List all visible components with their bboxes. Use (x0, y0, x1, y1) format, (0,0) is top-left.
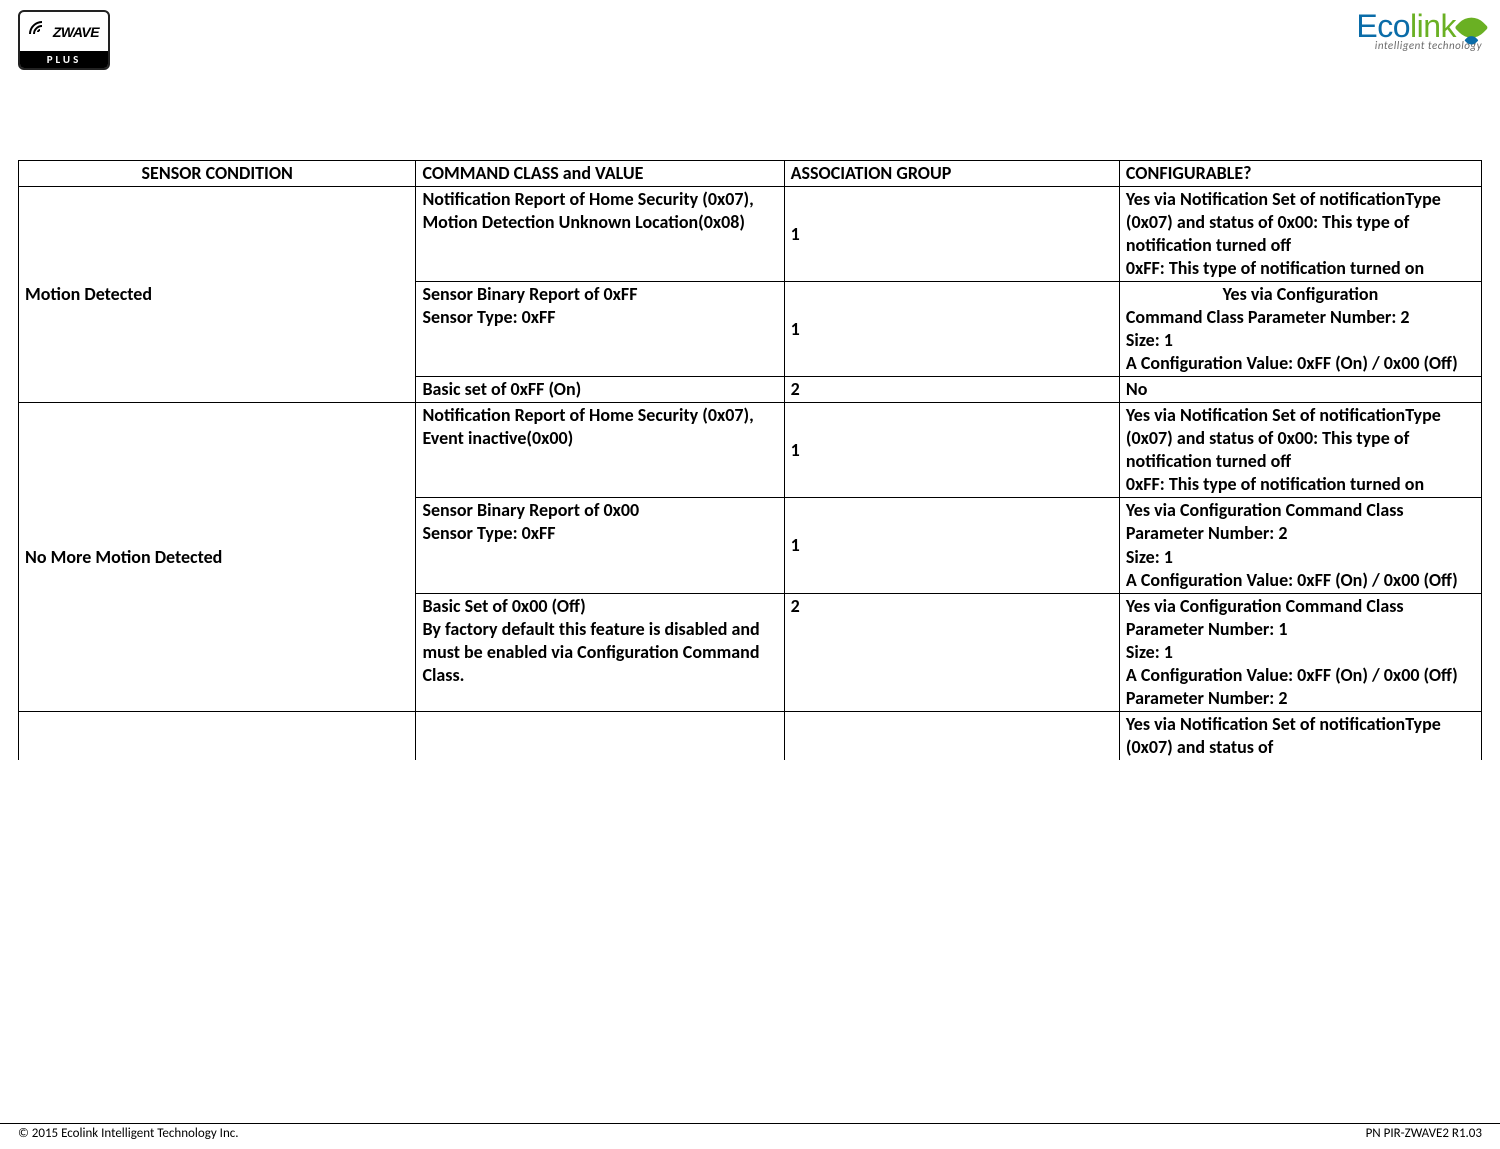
cell-group: 1 (784, 187, 1119, 282)
cell-cfg: Yes via Notification Set of notification… (1119, 187, 1481, 282)
cell-cmd: Basic Set of 0x00 (Off)By factory defaul… (416, 593, 784, 711)
cell-group (784, 711, 1119, 760)
zwave-plus-logo: ZWAVE PLUS (18, 10, 110, 70)
cell-cmd: Notification Report of Home Security (0x… (416, 403, 784, 498)
cell-cmd: Sensor Binary Report of 0x00Sensor Type:… (416, 498, 784, 593)
col-sensor-condition: SENSOR CONDITION (19, 161, 416, 187)
cell-cmd: Notification Report of Home Security (0x… (416, 187, 784, 282)
cell-sensor-condition (19, 711, 416, 760)
table-header-row: SENSOR CONDITION COMMAND CLASS and VALUE… (19, 161, 1482, 187)
cell-cmd: Basic set of 0xFF (On) (416, 377, 784, 403)
cell-group: 1 (784, 498, 1119, 593)
cell-cfg: Yes via Configuration Command Class Para… (1119, 282, 1481, 377)
col-association-group: ASSOCIATION GROUP (784, 161, 1119, 187)
cell-group: 1 (784, 403, 1119, 498)
cell-group: 2 (784, 377, 1119, 403)
cell-cfg: No (1119, 377, 1481, 403)
cell-cmd: Sensor Binary Report of 0xFFSensor Type:… (416, 282, 784, 377)
table-row: No More Motion Detected Notification Rep… (19, 403, 1482, 498)
cell-sensor-condition: No More Motion Detected (19, 403, 416, 711)
table-row: Motion Detected Notification Report of H… (19, 187, 1482, 282)
footer-part-number: PN PIR-ZWAVE2 R1.03 (1366, 1126, 1482, 1141)
cell-cfg: Yes via Notification Set of notification… (1119, 711, 1481, 760)
zwave-word: WAVE (61, 24, 99, 40)
cfg-first-line: Yes via Configuration (1126, 283, 1475, 306)
cell-cfg: Yes via Notification Set of notification… (1119, 403, 1481, 498)
ecolink-logo: Ecolink intelligent technology (1356, 10, 1482, 51)
table-row-cutoff: Yes via Notification Set of notification… (19, 711, 1482, 760)
cell-cfg: Yes via Configuration Command ClassParam… (1119, 593, 1481, 711)
cell-cmd (416, 711, 784, 760)
footer-copyright: © 2015 Ecolink Intelligent Technology In… (18, 1126, 239, 1141)
cfg-rest: Command Class Parameter Number: 2Size: 1… (1126, 306, 1458, 374)
ecolink-tagline: intelligent technology (1356, 40, 1482, 51)
page-footer: © 2015 Ecolink Intelligent Technology In… (0, 1123, 1500, 1141)
sensor-condition-table: SENSOR CONDITION COMMAND CLASS and VALUE… (18, 160, 1482, 760)
col-configurable: CONFIGURABLE? (1119, 161, 1481, 187)
col-command-class: COMMAND CLASS and VALUE (416, 161, 784, 187)
cell-cfg: Yes via Configuration Command ClassParam… (1119, 498, 1481, 593)
cell-sensor-condition: Motion Detected (19, 187, 416, 403)
cell-group: 2 (784, 593, 1119, 711)
cell-group: 1 (784, 282, 1119, 377)
wave-icon (29, 21, 51, 43)
zwave-plus-label: PLUS (20, 51, 108, 68)
